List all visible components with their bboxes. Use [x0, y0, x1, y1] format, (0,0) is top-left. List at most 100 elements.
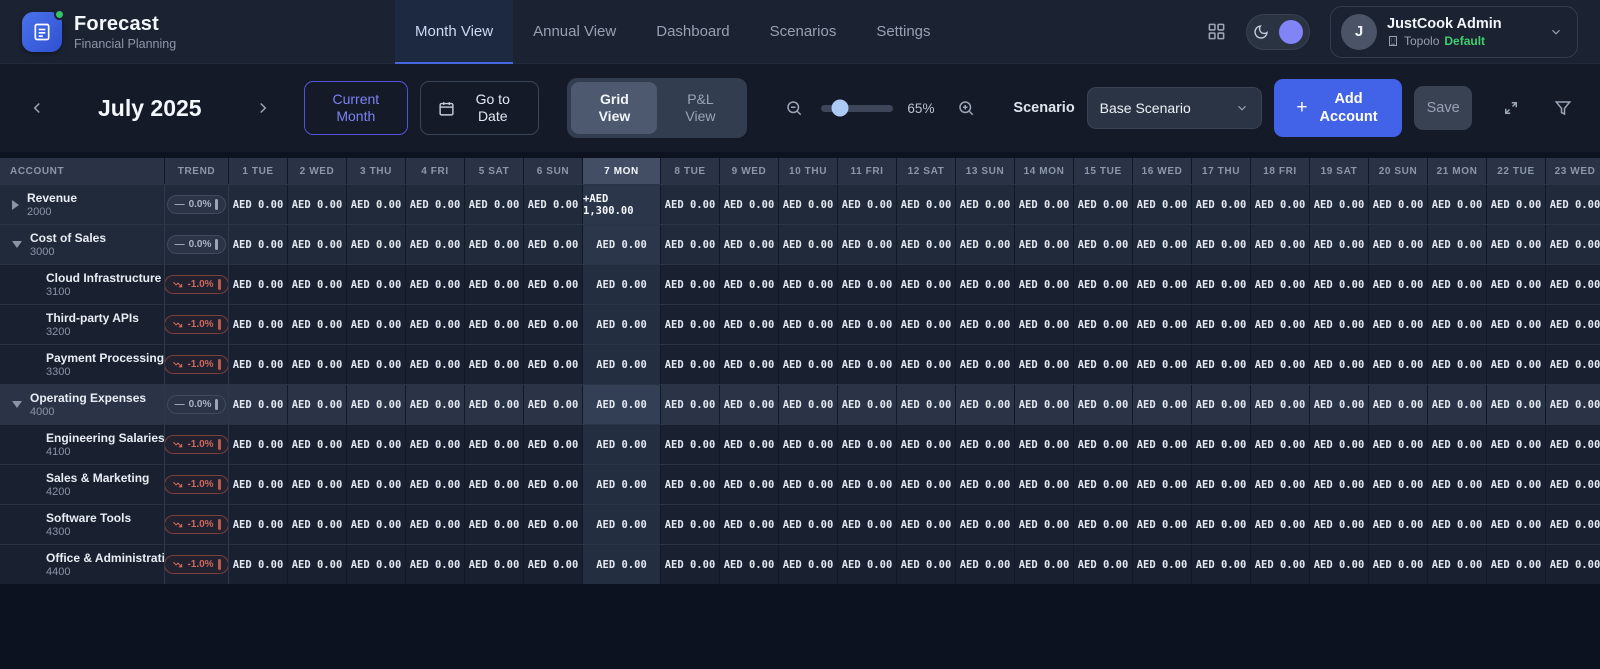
apps-grid-icon[interactable]	[1207, 22, 1226, 41]
grid-cell[interactable]: AED 0.00	[1192, 425, 1251, 464]
add-account-button[interactable]: + Add Account	[1274, 79, 1403, 137]
grid-cell[interactable]: AED 0.00	[720, 545, 779, 584]
caret-down-icon[interactable]	[12, 241, 22, 248]
grid-cell[interactable]: AED 0.00	[661, 385, 720, 424]
grid-cell[interactable]: AED 0.00	[347, 265, 406, 304]
grid-cell[interactable]: AED 0.00	[779, 305, 838, 344]
account-cell-3200[interactable]: Third-party APIs3200	[0, 305, 165, 344]
grid-cell[interactable]: AED 0.00	[229, 225, 288, 264]
grid-cell[interactable]: AED 0.00	[720, 265, 779, 304]
grid-cell[interactable]: AED 0.00	[524, 225, 583, 264]
grid-cell[interactable]: AED 0.00	[1251, 185, 1310, 224]
grid-cell[interactable]: AED 0.00	[1133, 465, 1192, 504]
grid-cell[interactable]: AED 0.00	[1487, 225, 1546, 264]
grid-cell[interactable]: AED 0.00	[347, 425, 406, 464]
grid-cell[interactable]: AED 0.00	[720, 385, 779, 424]
grid-cell[interactable]: AED 0.00	[897, 425, 956, 464]
grid-cell[interactable]: AED 0.00	[1428, 385, 1487, 424]
grid-cell[interactable]: AED 0.00	[347, 185, 406, 224]
grid-cell[interactable]: AED 0.00	[897, 265, 956, 304]
grid-cell[interactable]: AED 0.00	[229, 465, 288, 504]
grid-cell[interactable]: AED 0.00	[1074, 345, 1133, 384]
grid-cell[interactable]: AED 0.00	[1015, 305, 1074, 344]
zoom-slider[interactable]	[821, 105, 893, 112]
grid-cell[interactable]: AED 0.00	[897, 345, 956, 384]
grid-cell[interactable]: AED 0.00	[1369, 345, 1428, 384]
grid-cell[interactable]: AED 0.00	[524, 345, 583, 384]
grid-cell[interactable]: AED 0.00	[1428, 465, 1487, 504]
grid-cell[interactable]: AED 0.00	[1369, 505, 1428, 544]
grid-cell[interactable]: AED 0.00	[1369, 545, 1428, 584]
grid-cell[interactable]: AED 0.00	[1251, 425, 1310, 464]
grid-cell[interactable]: AED 0.00	[1192, 305, 1251, 344]
zoom-slider-knob[interactable]	[832, 100, 849, 117]
grid-cell[interactable]: AED 0.00	[1310, 225, 1369, 264]
grid-cell[interactable]: AED 0.00	[779, 505, 838, 544]
grid-cell[interactable]: AED 0.00	[524, 305, 583, 344]
grid-cell[interactable]: AED 0.00	[583, 225, 661, 264]
grid-cell[interactable]: AED 0.00	[583, 545, 661, 584]
grid-cell[interactable]: AED 0.00	[288, 185, 347, 224]
grid-cell[interactable]: AED 0.00	[1546, 465, 1600, 504]
grid-cell[interactable]: AED 0.00	[956, 505, 1015, 544]
grid-cell[interactable]: AED 0.00	[1015, 225, 1074, 264]
grid-cell[interactable]: AED 0.00	[1487, 265, 1546, 304]
grid-cell[interactable]: AED 0.00	[1133, 225, 1192, 264]
grid-cell[interactable]: AED 0.00	[1192, 505, 1251, 544]
grid-cell[interactable]: AED 0.00	[838, 545, 897, 584]
grid-cell[interactable]: AED 0.00	[347, 505, 406, 544]
grid-cell[interactable]: AED 0.00	[661, 465, 720, 504]
grid-cell[interactable]: AED 0.00	[524, 505, 583, 544]
grid-cell[interactable]: AED 0.00	[661, 345, 720, 384]
grid-cell[interactable]: AED 0.00	[1310, 465, 1369, 504]
expand-fullscreen-icon[interactable]	[1498, 95, 1524, 121]
grid-cell[interactable]: AED 0.00	[838, 385, 897, 424]
grid-cell[interactable]: AED 0.00	[288, 265, 347, 304]
grid-cell[interactable]: AED 0.00	[1546, 225, 1600, 264]
grid-cell[interactable]: AED 0.00	[1369, 185, 1428, 224]
grid-cell[interactable]: AED 0.00	[1546, 545, 1600, 584]
grid-cell[interactable]: AED 0.00	[720, 425, 779, 464]
tab-scenarios[interactable]: Scenarios	[750, 0, 857, 64]
prev-month-button[interactable]	[24, 95, 50, 121]
grid-cell[interactable]: +AED 1,300.00	[583, 185, 661, 224]
grid-cell[interactable]: AED 0.00	[229, 425, 288, 464]
grid-cell[interactable]: AED 0.00	[1251, 265, 1310, 304]
grid-cell[interactable]: AED 0.00	[897, 305, 956, 344]
grid-cell[interactable]: AED 0.00	[524, 185, 583, 224]
grid-cell[interactable]: AED 0.00	[583, 505, 661, 544]
grid-cell[interactable]: AED 0.00	[1192, 465, 1251, 504]
grid-cell[interactable]: AED 0.00	[838, 465, 897, 504]
grid-cell[interactable]: AED 0.00	[1015, 385, 1074, 424]
grid-cell[interactable]: AED 0.00	[1428, 185, 1487, 224]
grid-cell[interactable]: AED 0.00	[779, 465, 838, 504]
account-cell-3300[interactable]: Payment Processing3300	[0, 345, 165, 384]
grid-cell[interactable]: AED 0.00	[720, 505, 779, 544]
grid-cell[interactable]: AED 0.00	[288, 425, 347, 464]
grid-view-toggle[interactable]: Grid View	[571, 82, 657, 134]
grid-cell[interactable]: AED 0.00	[1428, 225, 1487, 264]
grid-cell[interactable]: AED 0.00	[465, 305, 524, 344]
grid-cell[interactable]: AED 0.00	[1369, 305, 1428, 344]
grid-cell[interactable]: AED 0.00	[1251, 505, 1310, 544]
grid-cell[interactable]: AED 0.00	[229, 305, 288, 344]
grid-cell[interactable]: AED 0.00	[1487, 345, 1546, 384]
grid-cell[interactable]: AED 0.00	[288, 465, 347, 504]
grid-cell[interactable]: AED 0.00	[956, 385, 1015, 424]
grid-cell[interactable]: AED 0.00	[1192, 265, 1251, 304]
grid-cell[interactable]: AED 0.00	[1546, 425, 1600, 464]
grid-cell[interactable]: AED 0.00	[524, 545, 583, 584]
grid-cell[interactable]: AED 0.00	[779, 385, 838, 424]
grid-cell[interactable]: AED 0.00	[661, 545, 720, 584]
grid-cell[interactable]: AED 0.00	[838, 185, 897, 224]
zoom-out-icon[interactable]	[781, 95, 807, 121]
grid-cell[interactable]: AED 0.00	[347, 225, 406, 264]
grid-cell[interactable]: AED 0.00	[1192, 185, 1251, 224]
grid-cell[interactable]: AED 0.00	[1074, 465, 1133, 504]
grid-cell[interactable]: AED 0.00	[1310, 345, 1369, 384]
grid-cell[interactable]: AED 0.00	[1133, 185, 1192, 224]
account-cell-3000[interactable]: Cost of Sales3000	[0, 225, 165, 264]
grid-cell[interactable]: AED 0.00	[465, 265, 524, 304]
grid-cell[interactable]: AED 0.00	[1074, 305, 1133, 344]
grid-cell[interactable]: AED 0.00	[1369, 385, 1428, 424]
